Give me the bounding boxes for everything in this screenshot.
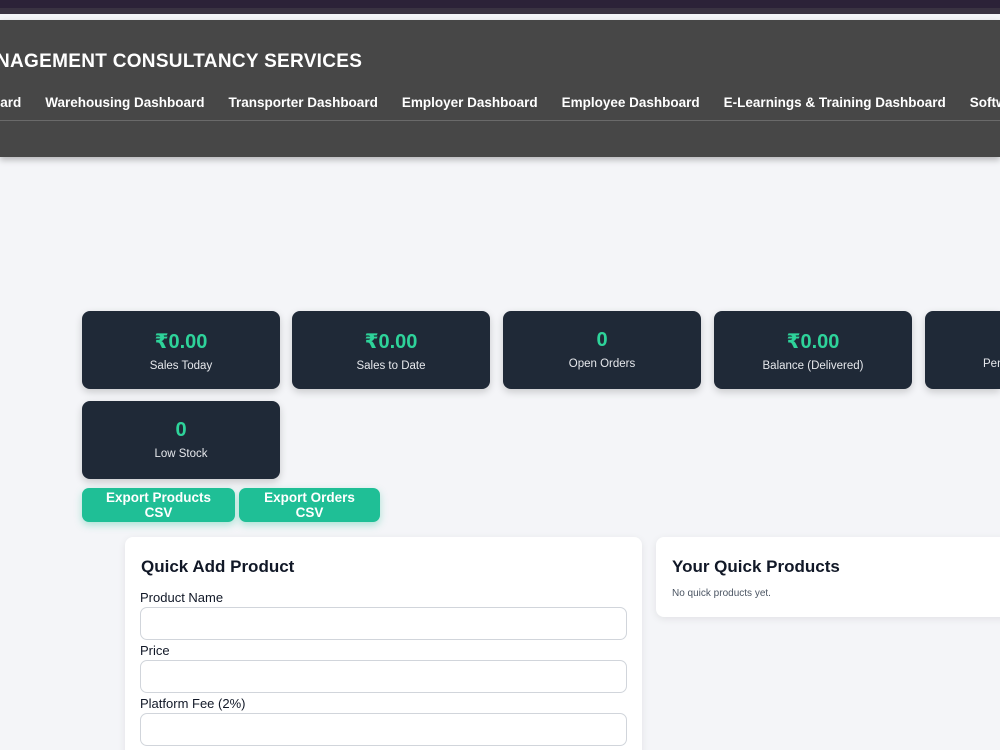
- quick-products-panel: Your Quick Products No quick products ye…: [656, 537, 1000, 617]
- quick-products-empty-state: No quick products yet.: [672, 588, 771, 599]
- browser-top-strip: [0, 0, 1000, 14]
- dashboard-nav: oard Warehousing Dashboard Transporter D…: [0, 95, 1000, 110]
- nav-item-employer-dashboard[interactable]: Employer Dashboard: [402, 95, 538, 110]
- nav-item-elearning-dashboard[interactable]: E-Learnings & Training Dashboard: [724, 95, 946, 110]
- price-label: Price: [140, 643, 170, 658]
- stat-label: Sales to Date: [356, 360, 426, 372]
- site-title: NAGEMENT CONSULTANCY SERVICES: [0, 51, 363, 72]
- stat-label: Sales Today: [149, 360, 213, 372]
- nav-item-software-dashboard[interactable]: Softwar: [970, 95, 1000, 110]
- platform-fee-label: Platform Fee (2%): [140, 696, 246, 711]
- nav-divider: [0, 120, 1000, 121]
- stat-card-low-stock: 0 Low Stock: [82, 401, 280, 479]
- site-header: NAGEMENT CONSULTANCY SERVICES oard Wareh…: [0, 20, 1000, 157]
- stat-card-open-orders: 0 Open Orders: [503, 311, 701, 389]
- quick-add-title: Quick Add Product: [141, 557, 295, 576]
- stat-label: Low Stock: [154, 448, 208, 460]
- stat-value: ₹0.00: [154, 331, 208, 353]
- nav-item-warehousing-dashboard[interactable]: Warehousing Dashboard: [45, 95, 204, 110]
- stat-value: ₹0.00: [786, 331, 840, 353]
- stat-card-balance-delivered: ₹0.00 Balance (Delivered): [714, 311, 912, 389]
- stat-label: Open Orders: [568, 358, 636, 370]
- stat-card-sales-to-date: ₹0.00 Sales to Date: [292, 311, 490, 389]
- platform-fee-input[interactable]: [140, 713, 627, 746]
- product-name-label: Product Name: [140, 590, 224, 605]
- quick-products-title: Your Quick Products: [672, 557, 840, 576]
- stat-card-sales-today: ₹0.00 Sales Today: [82, 311, 280, 389]
- price-input[interactable]: [140, 660, 627, 693]
- stat-label: Balance (Delivered): [762, 360, 864, 372]
- stat-value: [925, 329, 1000, 352]
- export-orders-csv-button[interactable]: Export Orders CSV: [239, 488, 380, 522]
- product-name-input[interactable]: [140, 607, 627, 640]
- stat-value: 0: [596, 329, 608, 351]
- nav-item-partial-dashboard[interactable]: oard: [0, 95, 21, 110]
- quick-add-product-panel: Quick Add Product Product Name Price Pla…: [125, 537, 642, 750]
- stat-value: ₹0.00: [364, 331, 418, 353]
- stat-value: 0: [175, 419, 187, 441]
- export-products-csv-button[interactable]: Export Products CSV: [82, 488, 235, 522]
- stat-card-pending: Pen: [925, 311, 1000, 389]
- nav-item-transporter-dashboard[interactable]: Transporter Dashboard: [229, 95, 378, 110]
- nav-item-employee-dashboard[interactable]: Employee Dashboard: [562, 95, 700, 110]
- stat-label: Pen: [983, 358, 1000, 370]
